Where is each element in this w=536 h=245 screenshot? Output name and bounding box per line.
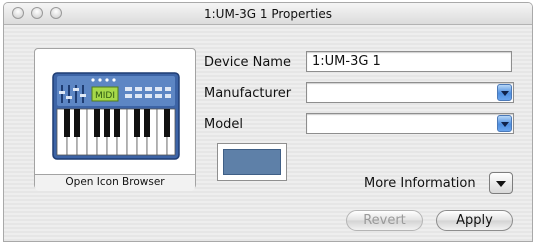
model-label: Model [204,117,244,132]
midi-keyboard-icon: MIDI [52,72,180,160]
device-name-label: Device Name [204,55,291,70]
revert-button[interactable]: Revert [346,210,423,231]
midi-display-text: MIDI [95,91,115,101]
window-title: 1:UM-3G 1 Properties [204,7,332,21]
chevron-down-icon[interactable] [497,84,512,101]
window-content: MIDI Open Icon Browser Device Name 1:UM-… [4,25,532,241]
device-name-field[interactable] [306,51,512,72]
model-combo[interactable] [306,113,514,134]
chevron-down-icon[interactable] [497,115,512,132]
properties-window: 1:UM-3G 1 Properties MIDI Open Icon Brow… [3,2,533,242]
open-icon-browser-label[interactable]: Open Icon Browser [35,174,195,191]
title-bar: 1:UM-3G 1 Properties [4,3,532,25]
color-swatch [223,149,281,175]
device-icon-panel[interactable]: MIDI Open Icon Browser [34,48,196,191]
more-information-label: More Information [364,176,476,191]
more-information-disclosure-button[interactable] [489,172,513,194]
manufacturer-combo[interactable] [306,82,514,103]
manufacturer-label: Manufacturer [204,86,292,101]
apply-button[interactable]: Apply [436,210,513,231]
device-color-well[interactable] [217,143,287,181]
